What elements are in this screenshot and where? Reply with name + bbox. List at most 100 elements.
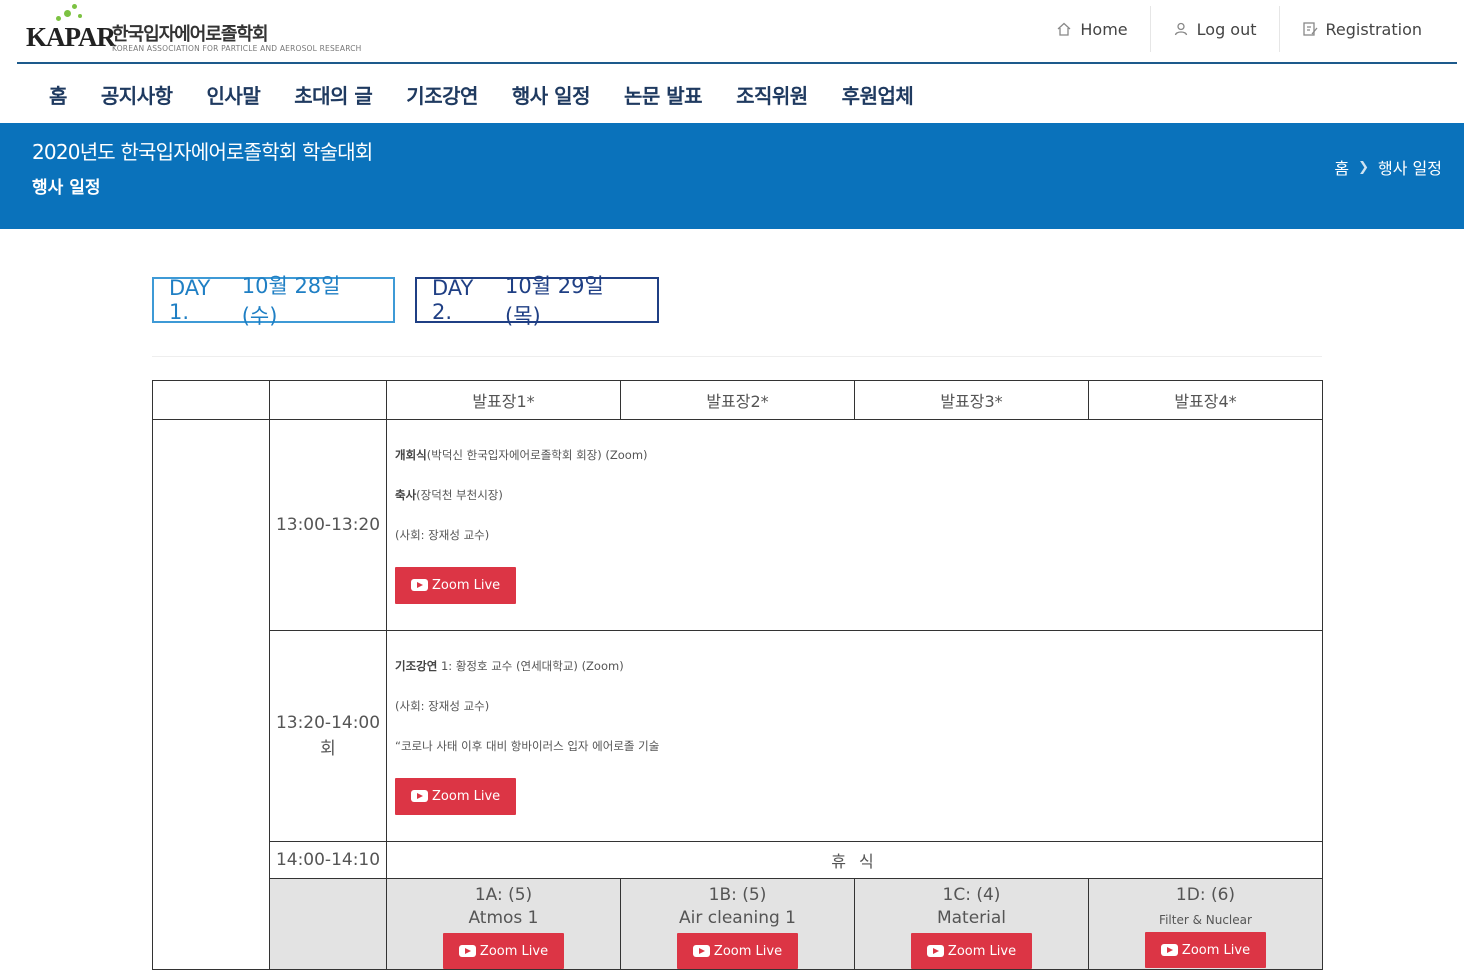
edit-icon (1302, 22, 1318, 36)
session-cell-1d: 1D: (6) Filter & Nuclear Zoom Live (1088, 878, 1323, 970)
session-line-text: (박덕신 한국입자에어로졸학회 회장) (Zoom) (426, 447, 648, 462)
zoom-live-label: Zoom Live (432, 577, 501, 593)
session-cell-1b: 1B: (5) Air cleaning 1 Zoom Live (620, 878, 855, 970)
session-line-bold: 개회식 (395, 447, 427, 462)
zoom-live-button[interactable]: Zoom Live (395, 566, 517, 604)
day-1-label: DAY 1. (169, 276, 211, 324)
time-suffix: 회 (320, 739, 336, 759)
schedule-table: 발표장1* 발표장2* 발표장3* 발표장4* 13:00-13:20 개회식(… (152, 380, 1323, 970)
zoom-live-label: Zoom Live (432, 788, 501, 804)
session-code: 1D: (1175, 885, 1206, 905)
day-column-cell (152, 419, 270, 970)
time-cell: 14:00-14:10 (269, 841, 387, 879)
session-line: “코로나 사태 이후 대비 항바이러스 입자 에어로졸 기술 (395, 738, 1314, 754)
session-count: (4) (976, 885, 1001, 905)
youtube-icon (926, 945, 944, 957)
header-empty-cell (152, 380, 270, 420)
time-cell: 13:00-13:20 (269, 419, 387, 631)
session-line: 기조강연 1: 황정호 교수 (연세대학교) (Zoom) (395, 658, 1314, 674)
session-line: (사회: 장재성 교수) (395, 527, 1314, 543)
nav-item-schedule[interactable]: 행사 일정 (495, 80, 607, 109)
nav-item-papers[interactable]: 논문 발표 (607, 80, 719, 109)
youtube-icon (411, 579, 428, 591)
nav-item-invitation[interactable]: 초대의 글 (277, 80, 389, 109)
session-line: (사회: 장재성 교수) (395, 698, 1314, 714)
breadcrumb-home[interactable]: 홈 (1334, 155, 1349, 179)
main-nav: 홈 공지사항 인사말 초대의 글 기조강연 행사 일정 논문 발표 조직위원 후… (32, 64, 930, 124)
zoom-live-button[interactable]: Zoom Live (395, 777, 517, 815)
zoom-live-label: Zoom Live (947, 943, 1017, 959)
breadcrumb: 홈 ❯ 행사 일정 (1334, 155, 1442, 179)
table-row: 1A: (5) Atmos 1 Zoom Live 1B: (5) Air cl… (153, 878, 1323, 970)
tab-day-2[interactable]: DAY 2. 10월 29일 (목) (415, 274, 659, 328)
nav-item-greeting[interactable]: 인사말 (190, 80, 278, 109)
nav-item-keynote[interactable]: 기조강연 (389, 80, 495, 109)
session-cell-1a: 1A: (5) Atmos 1 Zoom Live (386, 878, 621, 970)
day-2-date: 10월 29일 (목) (505, 274, 604, 328)
day-1-date: 10월 28일 (수) (241, 274, 341, 328)
session-name: Material (936, 908, 1007, 928)
table-row: 13:00-13:20 개회식(박덕신 한국입자에어로졸학회 회장) (Zoom… (152, 419, 1323, 970)
session-content: 기조강연 1: 황정호 교수 (연세대학교) (Zoom) (사회: 장재성 교… (386, 630, 1323, 842)
time-value: 13:20-14:00 (275, 713, 381, 733)
logout-link[interactable]: Log out (1149, 6, 1279, 52)
zoom-live-label: Zoom Live (713, 943, 783, 959)
session-line: 개회식(박덕신 한국입자에어로졸학회 회장) (Zoom) (395, 447, 1314, 463)
session-count: (5) (508, 885, 533, 905)
zoom-live-label: Zoom Live (1181, 942, 1251, 958)
session-line-text: (사회: 장재성 교수) (395, 698, 490, 713)
youtube-icon (411, 790, 428, 802)
time-cell: 13:20-14:00 회 (269, 630, 387, 842)
session-count: (5) (742, 885, 767, 905)
nav-item-notice[interactable]: 공지사항 (84, 80, 190, 109)
nav-item-home[interactable]: 홈 (32, 80, 84, 109)
session-code: 1B: (708, 885, 737, 905)
session-line-bold: 축사 (395, 487, 417, 502)
table-header-row: 발표장1* 발표장2* 발표장3* 발표장4* (152, 380, 1323, 420)
break-label: 휴 식 (386, 841, 1323, 879)
registration-link[interactable]: Registration (1278, 6, 1444, 52)
session-line-text: 1: 황정호 교수 (연세대학교) (Zoom) (437, 658, 624, 673)
zoom-live-button[interactable]: Zoom Live (1144, 932, 1267, 968)
tab-day-1[interactable]: DAY 1. 10월 28일 (수) (152, 274, 395, 328)
logo-dot-icon (64, 10, 71, 17)
home-link[interactable]: Home (1034, 6, 1149, 52)
logo-dot-icon (56, 16, 61, 21)
hall-header-4: 발표장4* (1088, 380, 1323, 420)
home-icon (1057, 22, 1071, 36)
session-name: Air cleaning 1 (679, 908, 796, 928)
header-time-cell (269, 380, 387, 420)
session-code: 1C: (942, 885, 971, 905)
session-line-text: “코로나 사태 이후 대비 항바이러스 입자 에어로졸 기술 (395, 738, 660, 753)
page-title: 행사 일정 (32, 178, 101, 198)
table-row: 14:00-14:10 휴 식 (153, 841, 1323, 879)
banner-title: 2020년도 한국입자에어로졸학회 학술대회 (32, 140, 373, 164)
breadcrumb-current: 행사 일정 (1378, 159, 1442, 178)
youtube-icon (458, 945, 476, 957)
zoom-live-label: Zoom Live (479, 943, 549, 959)
logout-link-label: Log out (1196, 19, 1257, 39)
hall-header-3: 발표장3* (854, 380, 1089, 420)
logo-english-name: KOREAN ASSOCIATION FOR PARTICLE AND AERO… (112, 44, 362, 53)
registration-link-label: Registration (1325, 19, 1422, 39)
time-cell (269, 878, 387, 970)
logo-wordmark: KAPAR (26, 22, 116, 52)
session-name: Filter & Nuclear (1159, 913, 1252, 927)
hall-header-2: 발표장2* (620, 380, 855, 420)
hall-header-1: 발표장1* (386, 380, 621, 420)
table-row: 13:20-14:00 회 기조강연 1: 황정호 교수 (연세대학교) (Zo… (153, 630, 1323, 842)
divider (152, 356, 1322, 357)
site-logo[interactable]: KAPAR 한국입자에어로졸학회 KOREAN ASSOCIATION FOR … (26, 4, 386, 56)
nav-item-committee[interactable]: 조직위원 (719, 80, 825, 109)
logo-dot-icon (72, 4, 77, 9)
youtube-icon (692, 945, 710, 957)
nav-item-sponsors[interactable]: 후원업체 (825, 80, 931, 109)
session-cell-1c: 1C: (4) Material Zoom Live (854, 878, 1089, 970)
session-line-bold: 기조강연 (395, 658, 438, 673)
day-2-label: DAY 2. (432, 276, 474, 324)
session-line-text: (사회: 장재성 교수) (395, 527, 490, 542)
session-line: 축사(장덕천 부천시장) (395, 487, 1314, 503)
logo-dot-icon (78, 14, 82, 18)
session-count: (6) (1210, 885, 1236, 905)
utility-menu: Home Log out Registration (1034, 6, 1444, 52)
